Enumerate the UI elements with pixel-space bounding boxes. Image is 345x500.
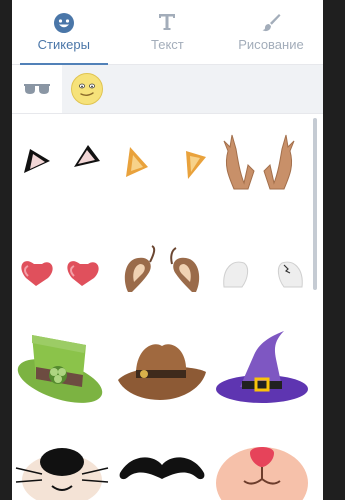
- sunglasses-icon: [24, 84, 50, 94]
- sticker-cat-nose-whiskers[interactable]: [12, 424, 112, 500]
- editor-panel: Стикеры Текст Рисование: [12, 0, 323, 500]
- sticker-scrollbar[interactable]: [313, 118, 317, 290]
- sticker-white-ears[interactable]: [212, 224, 312, 319]
- tab-text-label: Текст: [151, 37, 184, 52]
- tab-stickers-label: Стикеры: [37, 37, 90, 52]
- smiley-face-icon: [71, 73, 103, 105]
- sticker-cowboy-hat[interactable]: [112, 322, 212, 417]
- sticker-deer-antlers[interactable]: [212, 114, 312, 209]
- sticker-pink-animal-muzzle[interactable]: [212, 424, 312, 500]
- sticker-fox-ears-orange[interactable]: [112, 114, 212, 209]
- sticker-dog-ears-brown[interactable]: [112, 224, 212, 319]
- sticker-grid: [12, 114, 312, 500]
- sticker-cat-ears-black[interactable]: [12, 114, 112, 209]
- smile-icon: [53, 13, 74, 33]
- text-icon: [159, 14, 176, 30]
- brush-icon: [262, 14, 281, 32]
- sticker-black-mustache[interactable]: [112, 424, 212, 500]
- tab-stickers[interactable]: Стикеры: [12, 0, 116, 65]
- sticker-leprechaun-hat[interactable]: [12, 322, 112, 417]
- tab-text[interactable]: Текст: [116, 0, 220, 64]
- tab-drawing[interactable]: Рисование: [219, 0, 323, 64]
- sticker-witch-hat[interactable]: [212, 322, 312, 417]
- sticker-set-bar: [12, 65, 323, 114]
- sticker-pink-hearts[interactable]: [12, 224, 112, 319]
- sticker-set-glasses[interactable]: [12, 65, 62, 113]
- editor-tabs: Стикеры Текст Рисование: [12, 0, 323, 65]
- tab-drawing-label: Рисование: [238, 37, 304, 52]
- sticker-set-smiley[interactable]: [62, 65, 112, 113]
